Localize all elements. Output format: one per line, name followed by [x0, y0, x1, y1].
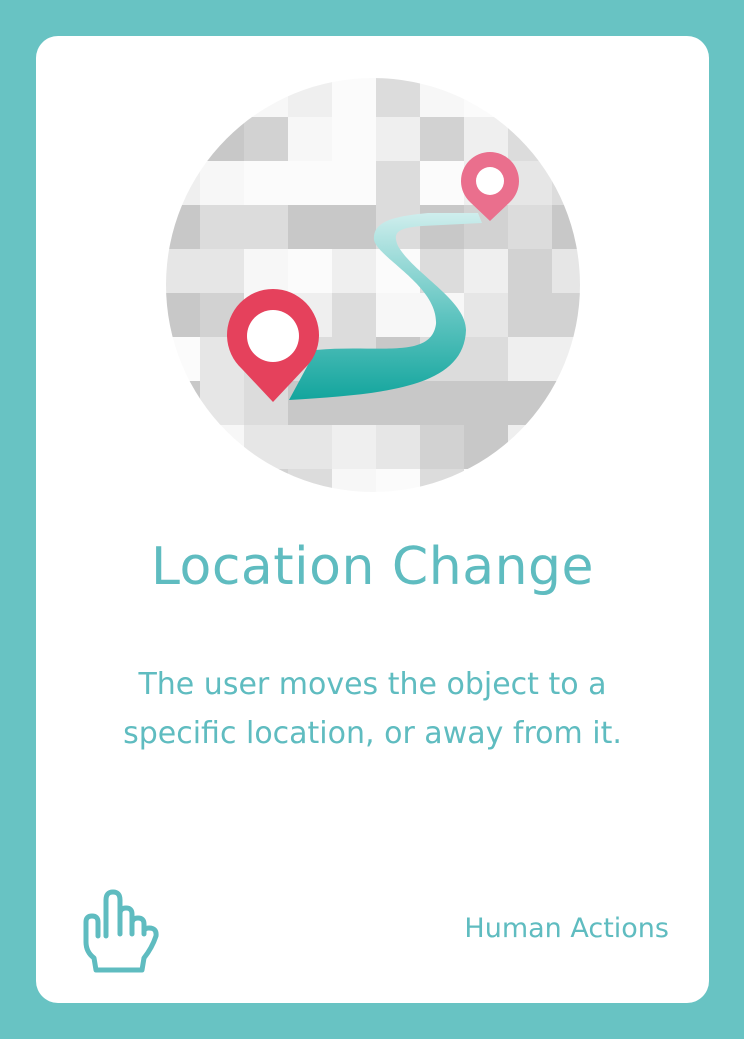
map-tile	[166, 78, 200, 117]
map-tile	[552, 205, 580, 249]
map-tile	[200, 425, 244, 469]
map-tile	[420, 425, 464, 469]
map-tile	[244, 425, 288, 469]
card-description: The user moves the object to a specific …	[123, 667, 622, 751]
map-tile	[552, 293, 580, 337]
map-tile	[552, 117, 580, 161]
map-tile	[464, 293, 508, 337]
map-tile	[288, 425, 332, 469]
map-tile	[552, 469, 580, 492]
map-tile	[552, 337, 580, 381]
map-tile	[166, 381, 200, 425]
map-tile	[288, 205, 332, 249]
map-tile	[464, 249, 508, 293]
map-tile	[420, 161, 464, 205]
map-tile	[244, 469, 288, 492]
map-tile	[244, 161, 288, 205]
map-tile	[166, 161, 200, 205]
map-tile	[552, 161, 580, 205]
map-tile	[288, 117, 332, 161]
map-tile	[508, 78, 552, 117]
card-title: Location Change	[150, 537, 595, 597]
map-tile	[464, 337, 508, 381]
map-tile	[464, 469, 508, 492]
map-tile	[288, 78, 332, 117]
map-tile	[288, 161, 332, 205]
map-tile	[376, 78, 420, 117]
map-tile	[420, 469, 464, 492]
map-tile	[464, 425, 508, 469]
map-tile	[166, 117, 200, 161]
map-tile	[166, 293, 200, 337]
map-tile	[332, 205, 376, 249]
map-tile	[332, 249, 376, 293]
map-tile	[200, 78, 244, 117]
map-tile	[508, 205, 552, 249]
map-tile	[420, 117, 464, 161]
hand-pointing-up-icon	[83, 889, 159, 973]
map-route-illustration	[166, 78, 580, 492]
map-tile	[166, 469, 200, 492]
map-tile	[376, 469, 420, 492]
map-tile	[200, 381, 244, 425]
map-tile	[166, 425, 200, 469]
map-tile	[244, 78, 288, 117]
map-tile	[420, 205, 464, 249]
map-tile	[508, 381, 552, 425]
map-tile	[200, 205, 244, 249]
map-tile	[200, 249, 244, 293]
map-tile	[508, 337, 552, 381]
category-label: Human Actions	[464, 913, 669, 944]
map-tile	[508, 293, 552, 337]
map-tile	[166, 337, 200, 381]
map-tile	[244, 249, 288, 293]
map-tile	[244, 117, 288, 161]
card: Location Change The user moves the objec…	[36, 36, 709, 1003]
map-tile	[332, 117, 376, 161]
map-tile	[508, 425, 552, 469]
map-tile	[288, 249, 332, 293]
map-tile	[552, 249, 580, 293]
map-tile	[552, 78, 580, 117]
map-tile	[332, 78, 376, 117]
map-tile	[244, 205, 288, 249]
map-tile	[166, 205, 200, 249]
map-tile	[332, 425, 376, 469]
map-tile	[200, 117, 244, 161]
map-tile	[166, 249, 200, 293]
map-tile	[200, 469, 244, 492]
map-tile	[376, 117, 420, 161]
map-tile	[376, 161, 420, 205]
map-tile	[420, 381, 464, 425]
map-tile	[464, 381, 508, 425]
map-tile	[332, 293, 376, 337]
map-tile	[552, 425, 580, 469]
map-tile	[200, 161, 244, 205]
map-tile	[420, 78, 464, 117]
map-tile	[464, 78, 508, 117]
map-tile	[332, 161, 376, 205]
map-tile	[288, 469, 332, 492]
map-tile	[332, 469, 376, 492]
map-tile	[508, 469, 552, 492]
map-grid	[166, 78, 580, 492]
map-tile	[508, 249, 552, 293]
map-tile	[552, 381, 580, 425]
map-tile	[376, 425, 420, 469]
map-tile	[508, 117, 552, 161]
map-tile	[376, 293, 420, 337]
